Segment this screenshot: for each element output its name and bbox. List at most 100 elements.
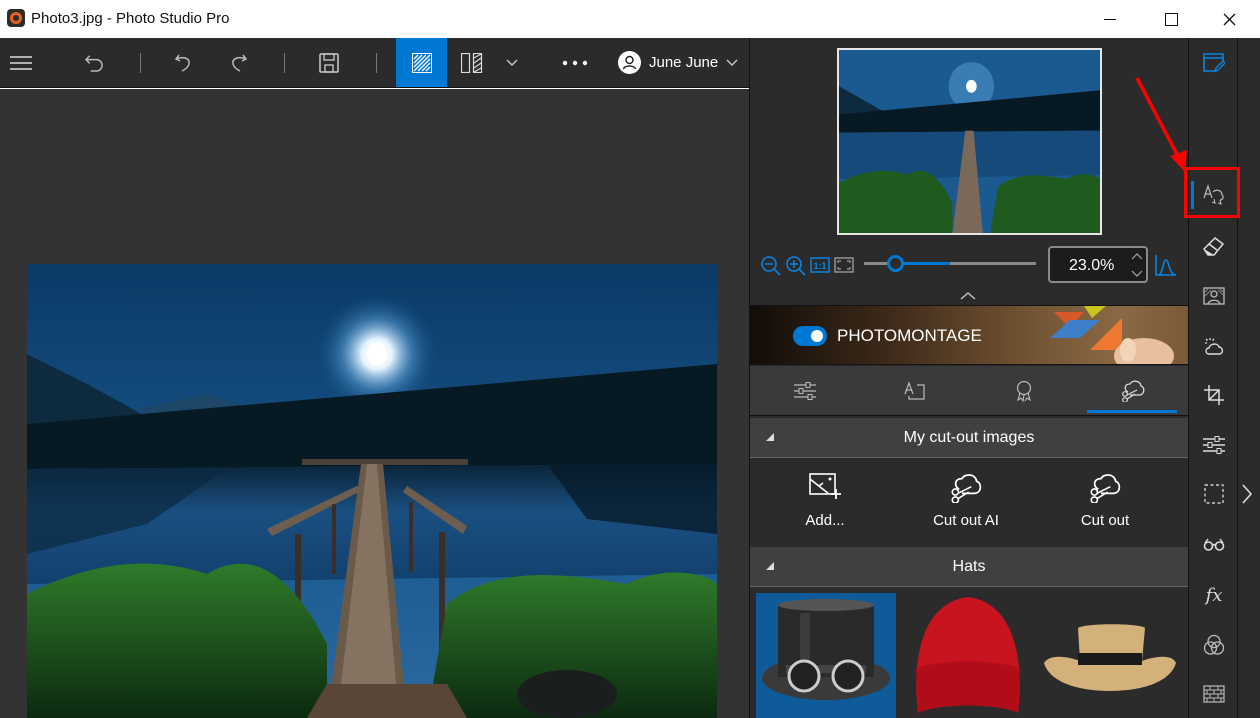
cut-out-button[interactable]: Cut out	[1040, 459, 1170, 547]
redo-button[interactable]	[222, 38, 254, 87]
zoom-slider-handle[interactable]	[887, 255, 904, 272]
annotation-arrow	[1135, 77, 1187, 172]
separator	[140, 53, 141, 73]
fit-screen-icon	[834, 257, 854, 273]
redo-icon	[232, 54, 248, 72]
main-photo[interactable]	[27, 264, 717, 718]
hat-item-top-hat[interactable]	[756, 593, 896, 718]
split-view-button[interactable]	[456, 38, 488, 87]
add-cutout-button[interactable]: Add...	[760, 459, 890, 547]
menu-button[interactable]	[5, 38, 37, 87]
rail-texture-button[interactable]	[1189, 672, 1239, 716]
rail-edit-button[interactable]	[1189, 41, 1239, 85]
histogram-icon	[1155, 255, 1177, 276]
close-icon	[1223, 13, 1236, 26]
photomontage-banner: PHOTOMONTAGE	[750, 305, 1188, 365]
tool-rail: fx	[1188, 38, 1238, 718]
rail-portrait-button[interactable]	[1189, 274, 1239, 318]
collapse-navigator-button[interactable]	[960, 288, 976, 306]
hamburger-icon	[10, 55, 32, 70]
user-name[interactable]: June June	[649, 54, 718, 71]
bricks-icon	[1203, 685, 1225, 703]
collapsed-edge-panel	[1238, 38, 1260, 718]
tab-adjust[interactable]	[755, 366, 855, 415]
cloud-scissors-icon	[1089, 473, 1121, 508]
glasses-icon	[1203, 538, 1225, 551]
tab-stickers[interactable]	[974, 366, 1074, 415]
crop-icon	[1204, 385, 1224, 405]
user-icon	[622, 55, 637, 70]
image-canvas[interactable]	[0, 89, 749, 718]
maximize-button[interactable]	[1140, 0, 1200, 38]
zoom-spinner-icon[interactable]	[1131, 252, 1143, 278]
more-icon	[562, 60, 588, 65]
rail-weather-button[interactable]	[1189, 324, 1239, 368]
fit-to-screen-button[interactable]	[834, 257, 854, 278]
undo-button[interactable]	[168, 38, 200, 87]
zoom-in-icon	[786, 256, 806, 276]
histogram-button[interactable]	[1155, 254, 1177, 281]
rail-crop-button[interactable]	[1189, 373, 1239, 417]
close-button[interactable]	[1200, 0, 1260, 38]
active-tab-indicator	[1087, 410, 1177, 413]
view-single-button[interactable]	[396, 38, 447, 87]
save-icon	[319, 52, 339, 73]
red-beanie-image	[916, 597, 1020, 713]
view-single-icon	[411, 52, 432, 73]
weather-icon	[1205, 338, 1224, 355]
undo-all-button[interactable]	[78, 38, 110, 87]
selection-icon	[1204, 484, 1224, 504]
minimize-button[interactable]	[1080, 0, 1140, 38]
section-header-hats[interactable]: Hats	[750, 547, 1188, 587]
chevron-right-icon	[1242, 484, 1253, 504]
section-title: My cut-out images	[903, 429, 1035, 446]
text-frame-icon	[904, 380, 925, 400]
zoom-in-button[interactable]	[785, 255, 807, 282]
photomontage-toggle[interactable]	[793, 326, 827, 346]
expand-panel-button[interactable]	[1240, 482, 1254, 511]
tab-text[interactable]	[865, 366, 965, 415]
section-header-cutout[interactable]: My cut-out images	[750, 418, 1188, 458]
window-title: Photo3.jpg - Photo Studio Pro	[31, 10, 230, 27]
rail-effects-button[interactable]: fx	[1189, 573, 1239, 617]
zoom-value[interactable]: 23.0%	[1069, 257, 1114, 275]
user-menu-dropdown[interactable]	[722, 38, 742, 87]
lake-dock-photo	[27, 264, 717, 718]
action-label: Cut out	[1080, 512, 1130, 529]
avatar[interactable]	[618, 51, 641, 74]
save-button[interactable]	[313, 38, 345, 87]
photomontage-tabs	[750, 366, 1188, 416]
zoom-percent-input[interactable]: 23.0%	[1048, 246, 1148, 283]
rail-glasses-button[interactable]	[1189, 523, 1239, 567]
straw-hat-image	[1044, 624, 1176, 691]
side-panel: 1:1 23.0% PHOTOMONTAGE My cut-out images…	[749, 38, 1188, 718]
actual-size-button[interactable]: 1:1	[810, 257, 830, 278]
toolbar: June June	[0, 38, 749, 88]
view-options-dropdown[interactable]	[500, 38, 524, 87]
color-circles-icon	[1203, 634, 1225, 655]
tab-cutout[interactable]	[1083, 366, 1183, 415]
hat-item-beanie[interactable]	[898, 593, 1038, 718]
more-button[interactable]	[558, 38, 592, 87]
fx-icon: fx	[1205, 584, 1223, 606]
app-logo-icon	[7, 9, 25, 27]
one-to-one-icon: 1:1	[810, 257, 830, 273]
rail-adjust-button[interactable]	[1189, 423, 1239, 467]
separator	[284, 53, 285, 73]
rail-selection-button[interactable]	[1189, 472, 1239, 516]
undo-icon	[174, 54, 190, 72]
cut-out-ai-button[interactable]: Cut out AI	[901, 459, 1031, 547]
cloud-scissors-icon	[1122, 380, 1145, 402]
title-bar: Photo3.jpg - Photo Studio Pro	[0, 0, 1260, 38]
hat-item-cowboy-hat[interactable]	[1040, 593, 1180, 718]
navigator-thumbnail[interactable]	[837, 48, 1102, 235]
chevron-down-icon	[506, 59, 518, 66]
rail-eraser-button[interactable]	[1189, 224, 1239, 268]
action-label: Add...	[805, 512, 845, 529]
add-image-icon	[809, 473, 841, 504]
zoom-out-button[interactable]	[760, 255, 782, 282]
rail-color-button[interactable]	[1189, 623, 1239, 667]
tangram-decoration	[1050, 306, 1174, 364]
separator	[376, 53, 377, 73]
edit-window-icon	[1203, 53, 1225, 73]
